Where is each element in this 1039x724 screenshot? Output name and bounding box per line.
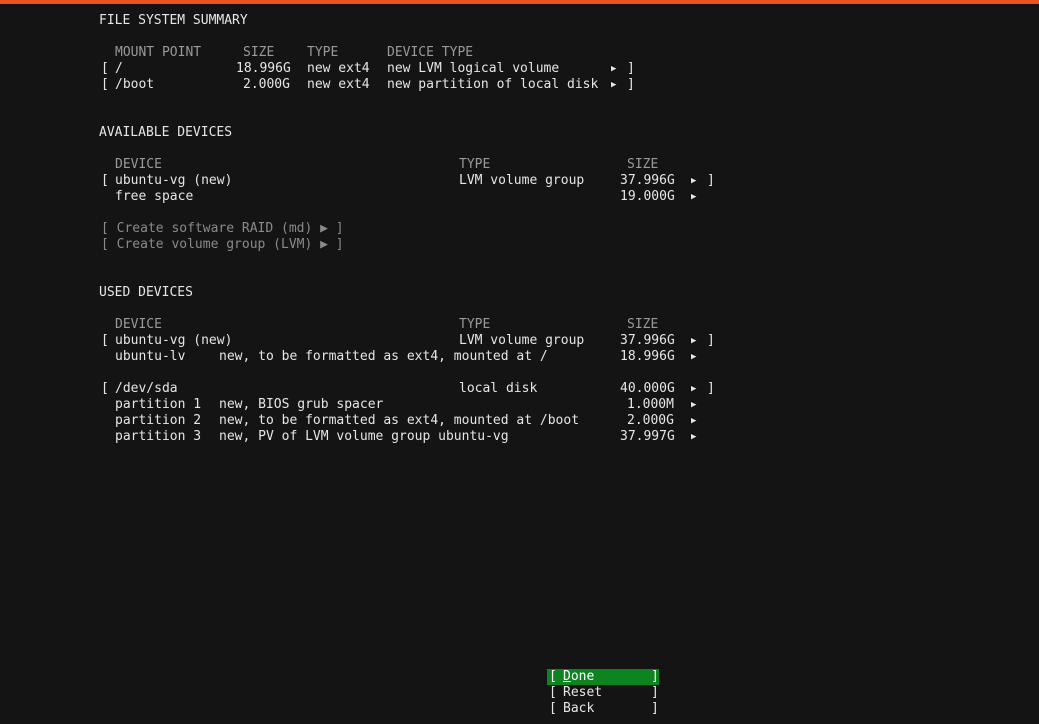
size: 37.996G xyxy=(620,333,675,348)
available-header: DEVICE TYPE SIZE xyxy=(0,157,658,173)
fs-summary-header: MOUNT POINT SIZE TYPE DEVICE TYPE xyxy=(0,45,473,61)
col-device: DEVICE xyxy=(115,157,162,172)
type: LVM volume group xyxy=(459,333,585,348)
done-button[interactable]: [ Done ] xyxy=(547,669,659,685)
col-size: SIZE xyxy=(627,317,659,332)
fs-summary-title: FILE SYSTEM SUMMARY xyxy=(99,13,248,28)
mount-point: /boot xyxy=(115,77,155,92)
device: /dev/sda xyxy=(115,381,178,396)
arrow-right-icon: ▶ xyxy=(691,416,697,426)
used-header: DEVICE TYPE SIZE xyxy=(0,317,658,333)
arrow-right-icon: ▶ xyxy=(691,192,697,202)
size: 37.996G xyxy=(620,173,675,188)
type: LVM volume group xyxy=(459,173,585,188)
arrow-right-icon: ▶ xyxy=(611,80,617,90)
create-volume-group-button[interactable]: [ Create volume group (LVM) ▶ ] xyxy=(0,237,344,253)
arrow-right-icon: ▶ xyxy=(691,336,697,346)
type: local disk xyxy=(459,381,538,396)
description: new, PV of LVM volume group ubuntu-vg xyxy=(219,429,509,444)
col-type: TYPE xyxy=(307,45,339,60)
used-row-partition-3[interactable]: partition 3 new, PV of LVM volume group … xyxy=(0,429,696,445)
device: partition 2 xyxy=(115,413,202,428)
col-mount-point: MOUNT POINT xyxy=(115,45,202,60)
accent-top-bar xyxy=(0,0,1039,4)
col-type: TYPE xyxy=(459,317,491,332)
arrow-right-icon: ▶ xyxy=(691,384,697,394)
used-row-partition-2[interactable]: partition 2 new, to be formatted as ext4… xyxy=(0,413,696,429)
fs-row-root[interactable]: [ / 18.996G new ext4 new LVM logical vol… xyxy=(0,61,635,77)
available-row-ubuntu-vg[interactable]: [ ubuntu-vg (new) LVM volume group 37.99… xyxy=(0,173,715,189)
size: 18.996G xyxy=(236,61,291,76)
device: partition 3 xyxy=(115,429,202,444)
used-devices-title: USED DEVICES xyxy=(99,285,193,300)
col-size: SIZE xyxy=(243,45,275,60)
description: new, to be formatted as ext4, mounted at… xyxy=(219,349,548,364)
create-raid-button[interactable]: [ Create software RAID (md) ▶ ] xyxy=(0,221,344,237)
col-type: TYPE xyxy=(459,157,491,172)
description: new, BIOS grub spacer xyxy=(219,397,384,412)
col-device: DEVICE xyxy=(115,317,162,332)
device-type: new LVM logical volume xyxy=(387,61,560,76)
device: ubuntu-vg (new) xyxy=(115,333,233,348)
col-device-type: DEVICE TYPE xyxy=(387,45,474,60)
arrow-right-icon: ▶ xyxy=(611,64,617,74)
available-devices-title: AVAILABLE DEVICES xyxy=(99,125,233,140)
used-row-dev-sda[interactable]: [ /dev/sda local disk 40.000G ▶ ] xyxy=(0,381,715,397)
fs-row-boot[interactable]: [ /boot 2.000G new ext4 new partition of… xyxy=(0,77,635,93)
available-row-free-space[interactable]: free space 19.000G ▶ xyxy=(0,189,696,205)
col-size: SIZE xyxy=(627,157,659,172)
size: 1.000M xyxy=(627,397,674,412)
size: 2.000G xyxy=(243,77,290,92)
size: 19.000G xyxy=(620,189,675,204)
arrow-right-icon: ▶ xyxy=(691,176,697,186)
description: new, to be formatted as ext4, mounted at… xyxy=(219,413,580,428)
arrow-right-icon: ▶ xyxy=(691,432,697,442)
arrow-right-icon: ▶ xyxy=(691,352,697,362)
used-row-partition-1[interactable]: partition 1 new, BIOS grub spacer 1.000M… xyxy=(0,397,696,413)
size: 2.000G xyxy=(627,413,674,428)
mount-point: / xyxy=(115,61,123,76)
size: 18.996G xyxy=(620,349,675,364)
type: new ext4 xyxy=(307,77,370,92)
reset-button[interactable]: [ Reset ] xyxy=(547,685,659,701)
device: ubuntu-vg (new) xyxy=(115,173,233,188)
device: free space xyxy=(115,189,194,204)
type: new ext4 xyxy=(307,61,370,76)
back-button[interactable]: [ Back ] xyxy=(547,701,659,717)
device: ubuntu-lv xyxy=(115,349,186,364)
used-row-ubuntu-vg[interactable]: [ ubuntu-vg (new) LVM volume group 37.99… xyxy=(0,333,715,349)
size: 37.997G xyxy=(620,429,675,444)
device-type: new partition of local disk xyxy=(387,77,599,92)
device: partition 1 xyxy=(115,397,202,412)
size: 40.000G xyxy=(620,381,675,396)
used-row-ubuntu-lv[interactable]: ubuntu-lv new, to be formatted as ext4, … xyxy=(0,349,696,365)
arrow-right-icon: ▶ xyxy=(691,400,697,410)
